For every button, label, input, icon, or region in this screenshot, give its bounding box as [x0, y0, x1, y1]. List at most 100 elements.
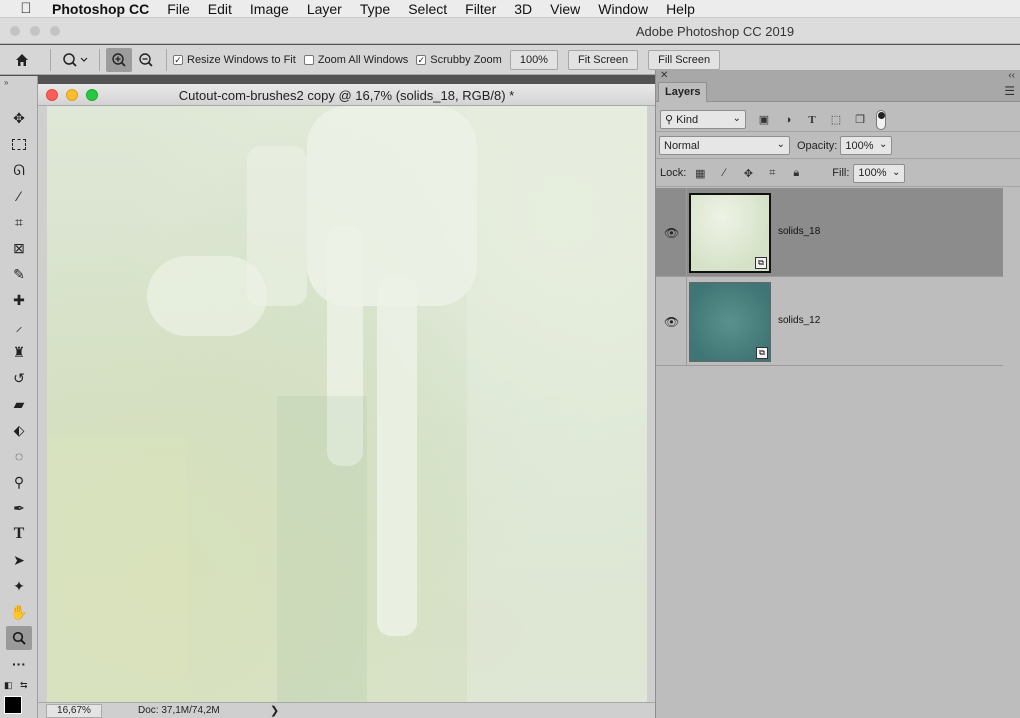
chevron-down-icon: ⌄ [776, 139, 785, 150]
lock-image-pixels-icon[interactable]: ⁄ [714, 164, 734, 182]
document-title-bar: Cutout-com-brushes2 copy @ 16,7% (solids… [38, 84, 655, 106]
zoom-in-mode-button[interactable] [106, 47, 132, 72]
close-panel-icon[interactable]: ✕ [660, 70, 668, 81]
dodge-tool-icon[interactable]: ⚲ [6, 470, 32, 494]
layer-name[interactable]: solids_12 [778, 315, 820, 326]
lock-artboard-icon[interactable]: ⌗ [762, 164, 782, 182]
yellow-wash [47, 436, 187, 702]
menu-image[interactable]: Image [250, 1, 289, 17]
fill-field[interactable]: 100% ⌄ [853, 163, 906, 183]
smart-object-badge-icon: ⧉ [756, 347, 768, 359]
menu-select[interactable]: Select [408, 1, 447, 17]
scrubby-zoom-checkbox[interactable]: ✓ Scrubby Zoom [416, 54, 502, 66]
lock-position-icon[interactable]: ✥ [738, 164, 758, 182]
layer-thumbnail[interactable]: ⧉ [689, 282, 771, 362]
swap-colors-icon[interactable]: ⇆ [20, 680, 28, 691]
layer-row-solids-12[interactable]: 👁︎ ⧉ solids_12 [656, 277, 1003, 366]
menu-help[interactable]: Help [666, 1, 695, 17]
opacity-field[interactable]: 100% ⌄ [840, 136, 893, 155]
lock-transparent-pixels-icon[interactable]: ▦ [690, 164, 710, 182]
chevron-down-icon: ⌄ [878, 139, 888, 150]
layer-row-solids-18[interactable]: 👁︎ ⧉ solids_18 [656, 188, 1003, 277]
zoom-tool-icon[interactable] [6, 626, 32, 650]
lock-all-icon[interactable]: 🔒︎ [786, 164, 806, 182]
filter-smart-object-icon[interactable]: ❐ [850, 111, 870, 129]
clone-stamp-tool-icon[interactable]: ♜ [6, 340, 32, 364]
zoom-level-field[interactable]: 16,67% [46, 704, 102, 718]
resize-windows-checkbox[interactable]: ✓ Resize Windows to Fit [173, 54, 296, 66]
collapse-panel-icon[interactable]: ‹‹ [1008, 70, 1015, 81]
app-title-bar: Adobe Photoshop CC 2019 [0, 18, 1020, 44]
layer-filter-row: ⚲ Kind ⌄ ▣ ◑ T ⬚ ❐ [656, 108, 1020, 132]
resize-windows-label: Resize Windows to Fit [187, 53, 296, 66]
menu-view[interactable]: View [550, 1, 580, 17]
blend-mode-select[interactable]: Normal ⌄ [659, 136, 790, 155]
foreground-color-swatch[interactable] [4, 696, 22, 714]
eraser-tool-icon[interactable]: ▰ [6, 392, 32, 416]
document-window: Cutout-com-brushes2 copy @ 16,7% (solids… [38, 84, 655, 718]
tool-preset-picker[interactable] [57, 48, 93, 72]
type-tool-icon[interactable]: T [6, 522, 32, 546]
blend-opacity-row: Normal ⌄ Opacity: 100% ⌄ [656, 133, 1020, 159]
custom-shape-tool-icon[interactable]: ✦ [6, 574, 32, 598]
marquee-tool-icon[interactable] [6, 132, 32, 156]
healing-brush-tool-icon[interactable]: ✚ [6, 288, 32, 312]
green-wash [277, 396, 367, 702]
layers-panel: ✕ ‹‹ Layers ☰ ⚲ Kind ⌄ ▣ ◑ T ⬚ ❐ Normal … [655, 70, 1020, 718]
checkbox-unchecked-icon [303, 54, 314, 65]
brush-tool-icon[interactable]: ⸝ [6, 314, 32, 338]
filter-adjustment-icon[interactable]: ◑ [778, 111, 798, 129]
visibility-eye-icon[interactable]: 👁︎ [664, 226, 679, 240]
fill-screen-button[interactable]: Fill Screen [648, 49, 721, 70]
zoom-100-button[interactable]: 100% [509, 49, 558, 70]
crop-tool-icon[interactable]: ⌗ [6, 210, 32, 234]
history-brush-tool-icon[interactable]: ↺ [6, 366, 32, 390]
tab-layers[interactable]: Layers [658, 82, 708, 102]
separator [166, 48, 167, 71]
document-size-info: Doc: 37,1M/74,2M [138, 705, 220, 716]
fill-label: Fill: [832, 167, 850, 179]
visibility-eye-icon[interactable]: 👁︎ [664, 315, 679, 329]
default-colors-icon[interactable]: ◧ [4, 680, 13, 691]
home-button[interactable] [0, 48, 44, 72]
blur-tool-icon[interactable]: ◌ [6, 444, 32, 468]
panel-menu-icon[interactable]: ☰ [1004, 84, 1015, 98]
zoom-out-mode-button[interactable] [132, 48, 160, 72]
hand-tool-icon[interactable]: ✋ [6, 600, 32, 624]
lasso-tool-icon[interactable]: ᘏ [6, 158, 32, 182]
menu-window[interactable]: Window [598, 1, 648, 17]
image-canvas[interactable] [47, 106, 647, 702]
magic-wand-tool-icon[interactable]: ⁄ [6, 184, 32, 208]
filter-toggle-switch[interactable] [876, 109, 886, 130]
filter-type-icon[interactable]: T [802, 111, 822, 129]
fit-screen-button[interactable]: Fit Screen [567, 49, 639, 70]
menu-type[interactable]: Type [360, 1, 390, 17]
pen-tool-icon[interactable]: ✒ [6, 496, 32, 520]
menu-filter[interactable]: Filter [465, 1, 496, 17]
filter-pixel-icon[interactable]: ▣ [754, 111, 774, 129]
path-selection-tool-icon[interactable]: ➤ [6, 548, 32, 572]
smart-object-badge-icon: ⧉ [755, 257, 767, 269]
zoom-all-windows-checkbox[interactable]: Zoom All Windows [303, 54, 408, 66]
menu-file[interactable]: File [167, 1, 190, 17]
layer-name[interactable]: solids_18 [778, 226, 820, 237]
more-tools-icon[interactable]: ··· [6, 652, 32, 676]
move-tool-icon[interactable]: ✥ [6, 106, 32, 130]
apple-menu-icon[interactable]:  [0, 0, 52, 17]
opacity-label: Opacity: [797, 139, 838, 152]
filter-shape-icon[interactable]: ⬚ [826, 111, 846, 129]
menu-bar:  Photoshop CC File Edit Image Layer Typ… [0, 0, 1020, 18]
menu-layer[interactable]: Layer [307, 1, 342, 17]
frame-tool-icon[interactable]: ⊠ [6, 236, 32, 260]
menu-app-name[interactable]: Photoshop CC [52, 1, 149, 17]
menu-edit[interactable]: Edit [208, 1, 232, 17]
menu-3d[interactable]: 3D [514, 1, 532, 17]
status-menu-arrow-icon[interactable]: ❯ [270, 704, 279, 717]
panel-collapse-icon[interactable]: » [4, 78, 8, 87]
layer-thumbnail[interactable]: ⧉ [689, 193, 771, 273]
paint-bucket-tool-icon[interactable]: ⬖ [6, 418, 32, 442]
layer-list: 👁︎ ⧉ solids_18 👁︎ ⧉ solids_12 [656, 188, 1003, 366]
filter-kind-select[interactable]: ⚲ Kind ⌄ [660, 110, 746, 129]
eyedropper-tool-icon[interactable]: ✎ [6, 262, 32, 286]
separator [99, 48, 100, 71]
